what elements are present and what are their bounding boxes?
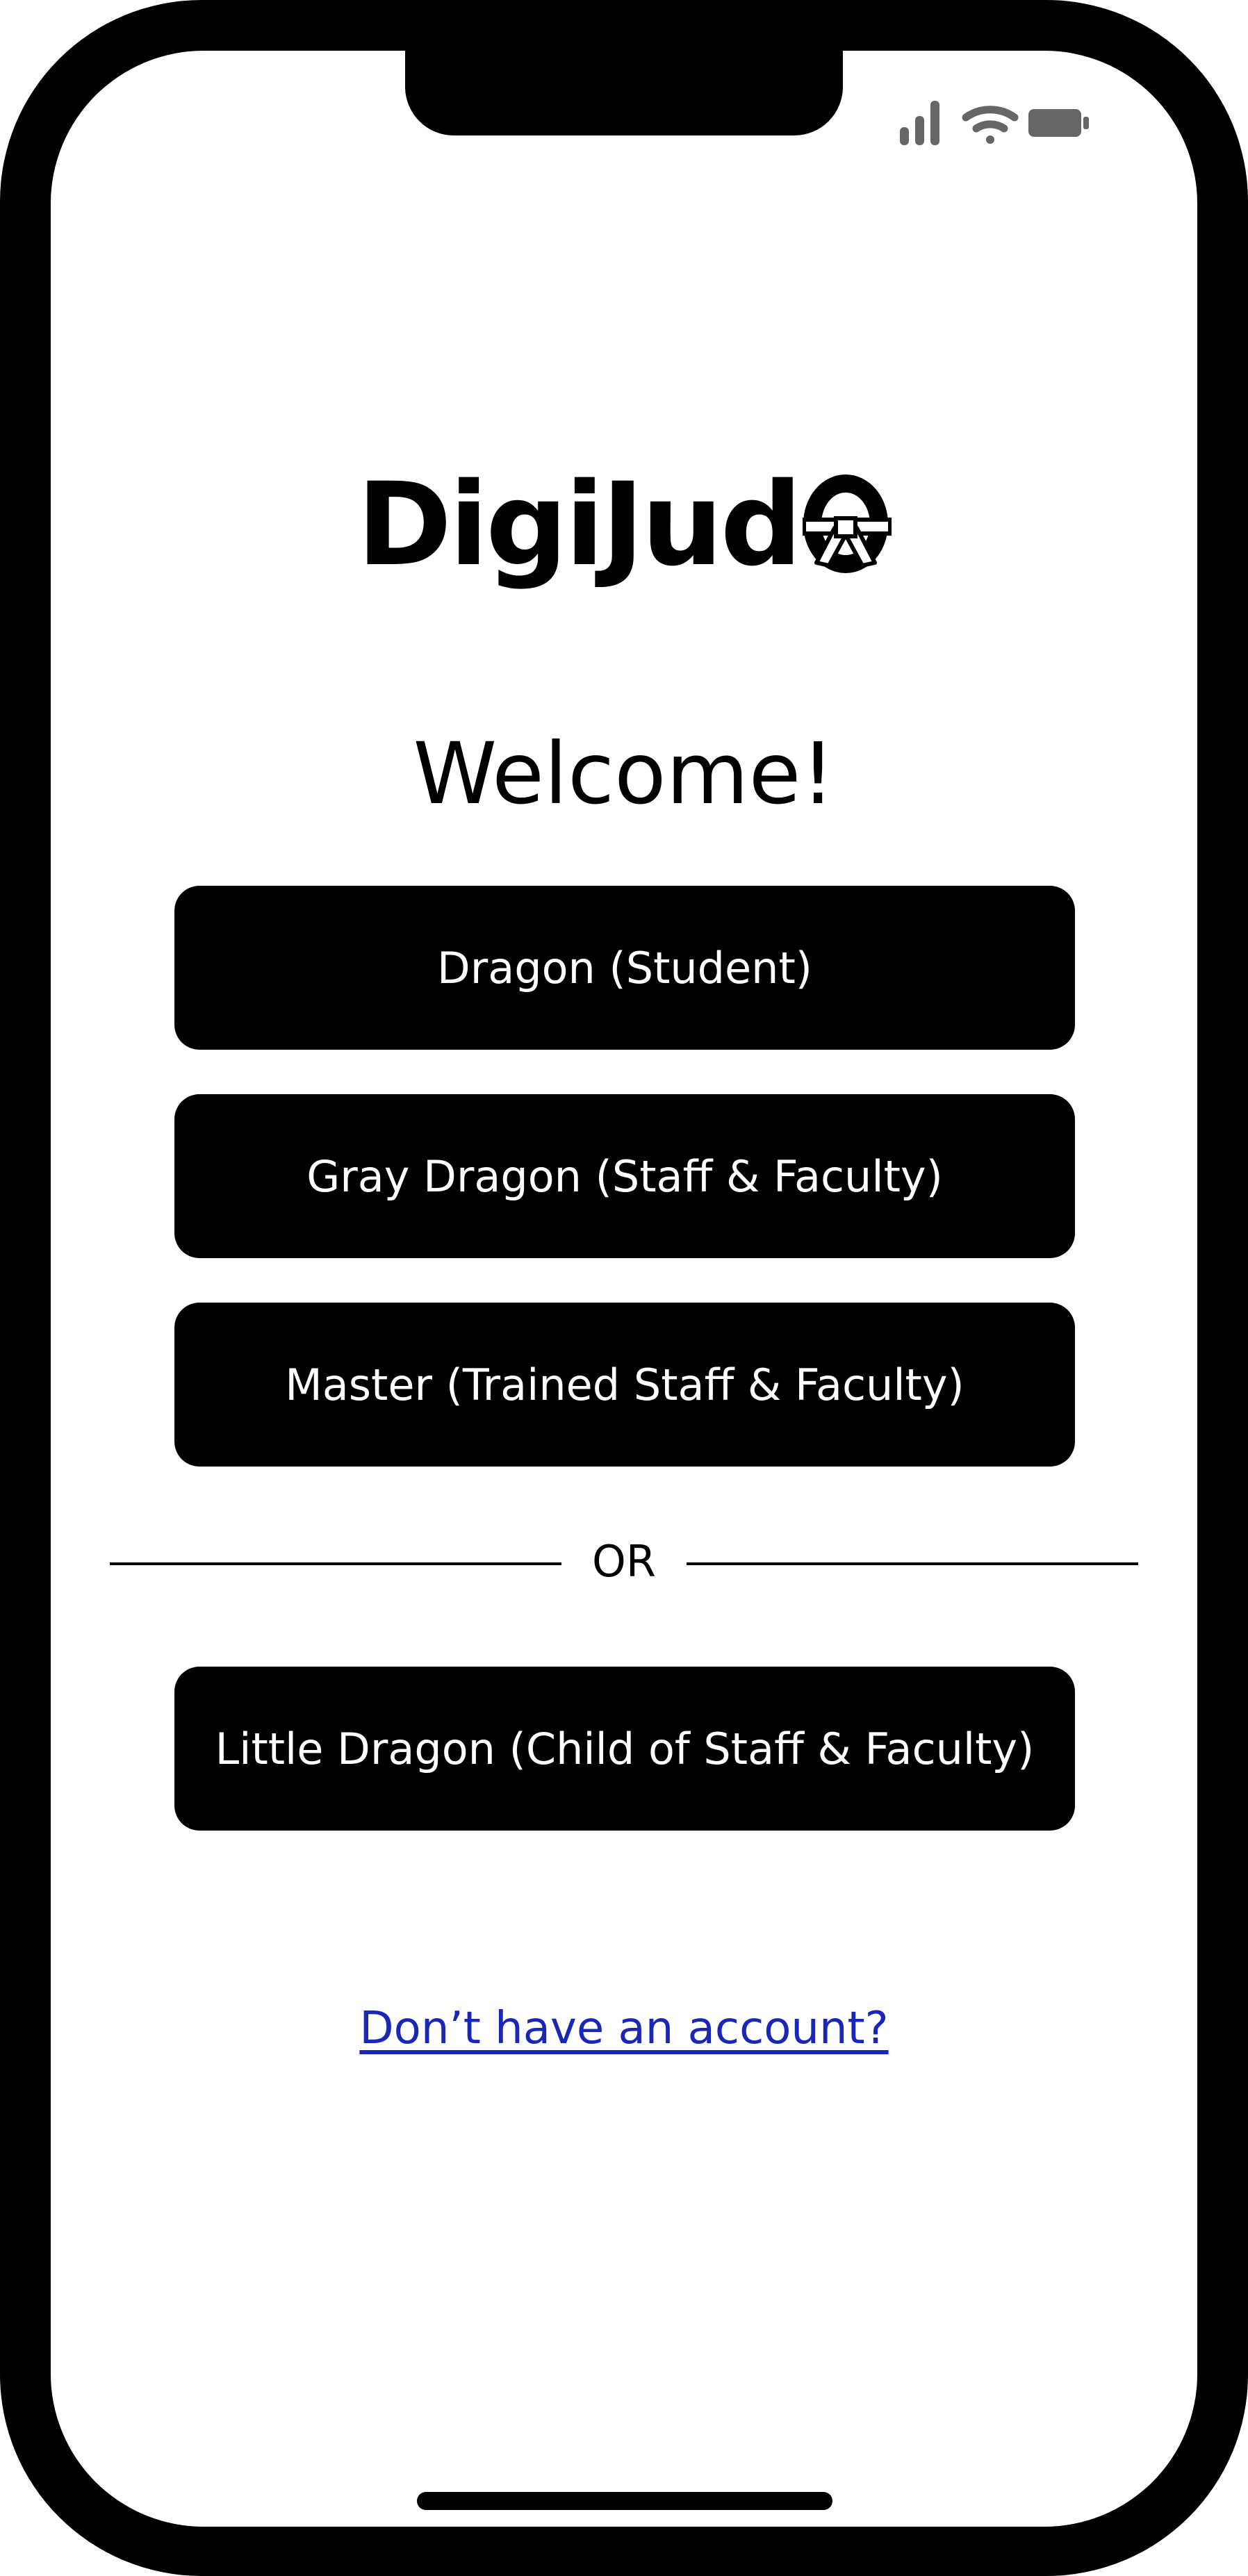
- status-bar-icons: [900, 101, 1089, 145]
- belt-o-icon: [802, 474, 892, 573]
- button-label: Gray Dragon (Staff & Faculty): [306, 1150, 943, 1202]
- divider-line-left: [110, 1562, 561, 1565]
- dragon-student-button[interactable]: Dragon (Student): [174, 886, 1075, 1050]
- battery-icon: [1028, 109, 1089, 137]
- wifi-icon: [962, 106, 1019, 144]
- screen: DigiJud Welcome! Dragon (Student) Gray D…: [51, 51, 1197, 2527]
- signup-link-label: Don’t have an account?: [359, 2003, 889, 2054]
- gray-dragon-button[interactable]: Gray Dragon (Staff & Faculty): [174, 1094, 1075, 1258]
- little-dragon-button[interactable]: Little Dragon (Child of Staff & Faculty): [174, 1667, 1075, 1831]
- phone-frame: DigiJud Welcome! Dragon (Student) Gray D…: [0, 0, 1248, 2576]
- signup-link[interactable]: Don’t have an account?: [51, 2003, 1197, 2054]
- divider-line-right: [687, 1562, 1138, 1565]
- button-label: Little Dragon (Child of Staff & Faculty): [215, 1723, 1035, 1774]
- app-logo: DigiJud: [51, 468, 1197, 582]
- button-label: Master (Trained Staff & Faculty): [285, 1359, 964, 1410]
- home-indicator[interactable]: [417, 2492, 832, 2510]
- welcome-heading: Welcome!: [413, 725, 835, 823]
- or-label: OR: [592, 1536, 656, 1587]
- camera-notch: [405, 51, 843, 135]
- logo-text: DigiJud: [356, 458, 802, 591]
- master-button[interactable]: Master (Trained Staff & Faculty): [174, 1303, 1075, 1467]
- signal-icon: [900, 101, 939, 145]
- button-label: Dragon (Student): [437, 942, 812, 993]
